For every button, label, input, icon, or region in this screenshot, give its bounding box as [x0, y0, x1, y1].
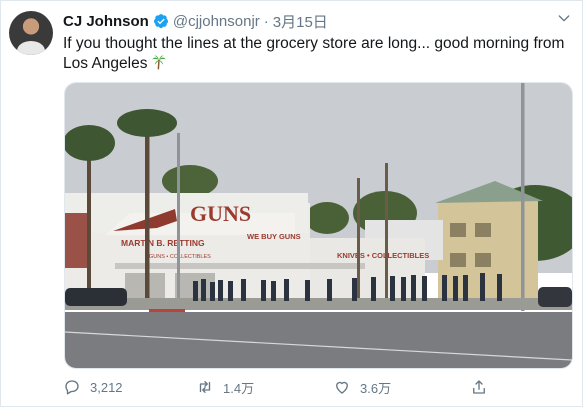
reply-icon [65, 380, 79, 395]
avatar[interactable] [9, 11, 53, 55]
photo-street-scene: GUNS WE BUY GUNS MARTIN B. RETTING GUNS … [65, 83, 572, 368]
like-button[interactable]: 3.6万 [333, 377, 391, 397]
author-name[interactable]: CJ Johnson [63, 13, 149, 30]
photo-palm-crown [117, 109, 177, 137]
tweet-date[interactable]: 3月15日 [273, 11, 328, 32]
heart-icon [336, 381, 348, 394]
author-handle[interactable]: @cjjohnsonjr [173, 13, 260, 30]
chevron-down-icon[interactable] [556, 10, 572, 26]
photo-store-sign: GUNS [190, 201, 251, 226]
tweet-body: If you thought the lines at the grocery … [63, 35, 565, 72]
share-button[interactable] [470, 377, 488, 397]
reply-button[interactable]: 3,212 [63, 377, 123, 397]
tweet-header: CJ Johnson @cjjohnsonjr · 3月15日 [63, 11, 328, 31]
share-icon [473, 380, 485, 394]
tweet-actions: 3,212 1.4万 3.6万 [63, 377, 493, 397]
photo-sign-small: GUNS • COLLECTIBLES [149, 254, 211, 260]
palm-tree-icon [152, 55, 167, 70]
photo-road [65, 312, 572, 368]
photo-sign-knives: KNIVES • COLLECTIBLES [337, 251, 429, 260]
retweet-icon [199, 381, 211, 393]
like-count: 3.6万 [360, 380, 392, 396]
photo-tree-back [162, 165, 218, 197]
tweet-text: If you thought the lines at the grocery … [63, 34, 568, 74]
tweet-card[interactable]: CJ Johnson @cjjohnsonjr · 3月15日 If you t… [0, 0, 583, 407]
tweet-photo[interactable]: GUNS WE BUY GUNS MARTIN B. RETTING GUNS … [64, 82, 573, 369]
header-separator: · [263, 12, 269, 30]
retweet-count: 1.4万 [223, 380, 255, 396]
photo-sign-side: MARTIN B. RETTING [121, 238, 205, 248]
photo-left-sign [65, 213, 87, 268]
photo-car-right [538, 287, 572, 307]
photo-car-left [65, 288, 127, 306]
reply-count: 3,212 [90, 379, 123, 395]
retweet-button[interactable]: 1.4万 [196, 377, 254, 397]
photo-tree-mid2 [305, 202, 349, 234]
photo-sidewalk [65, 298, 572, 310]
photo-sign-webuy: WE BUY GUNS [247, 232, 301, 241]
avatar-shirt [17, 41, 45, 55]
photo-lamp-pole [521, 83, 525, 311]
verified-badge-icon [153, 14, 168, 29]
photo-palm-trunk [145, 123, 150, 308]
